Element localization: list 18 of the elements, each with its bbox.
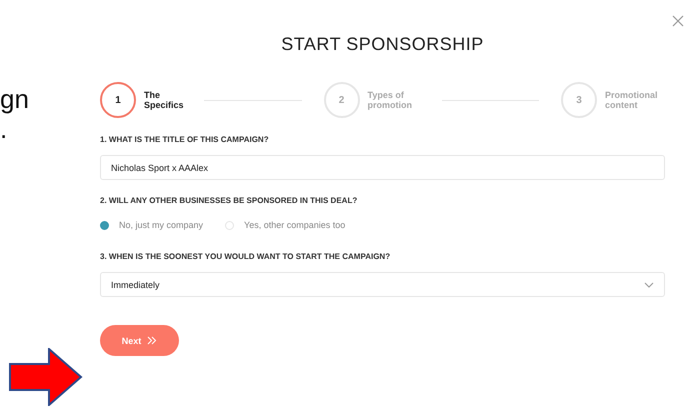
close-icon[interactable] [672, 15, 684, 27]
modal-title: START SPONSORSHIP [280, 33, 485, 55]
question-label: 2. WILL ANY OTHER BUSINESSES BE SPONSORED IN THIS DEAL? [100, 196, 358, 206]
input-field[interactable]: Nicholas Sport x AAAlex [100, 155, 665, 180]
next-button[interactable]: Next [100, 325, 179, 356]
radio-option[interactable]: No, just my company [100, 220, 204, 230]
step-tab[interactable]: 3 Promotional content [561, 82, 665, 118]
step-tab[interactable]: 2 Types of promotion [324, 82, 428, 118]
dropdown[interactable]: Immediately [100, 272, 665, 297]
pointer-arrow-icon [9, 348, 83, 406]
double-chevron-icon [147, 336, 158, 345]
question-label: 3. WHEN IS THE SOONEST YOU WOULD WANT TO START THE CAMPAIGN? [100, 252, 392, 262]
chevron-down-icon [644, 282, 654, 288]
question-label: 1. WHAT IS THE TITLE OF THIS CAMPAIGN? [100, 135, 270, 145]
slide-text: . [0, 114, 8, 144]
slide-text: gn [0, 84, 29, 114]
radio-option[interactable]: Yes, other companies too [225, 220, 346, 230]
step-tab[interactable]: 1 The Specifics [100, 82, 190, 118]
